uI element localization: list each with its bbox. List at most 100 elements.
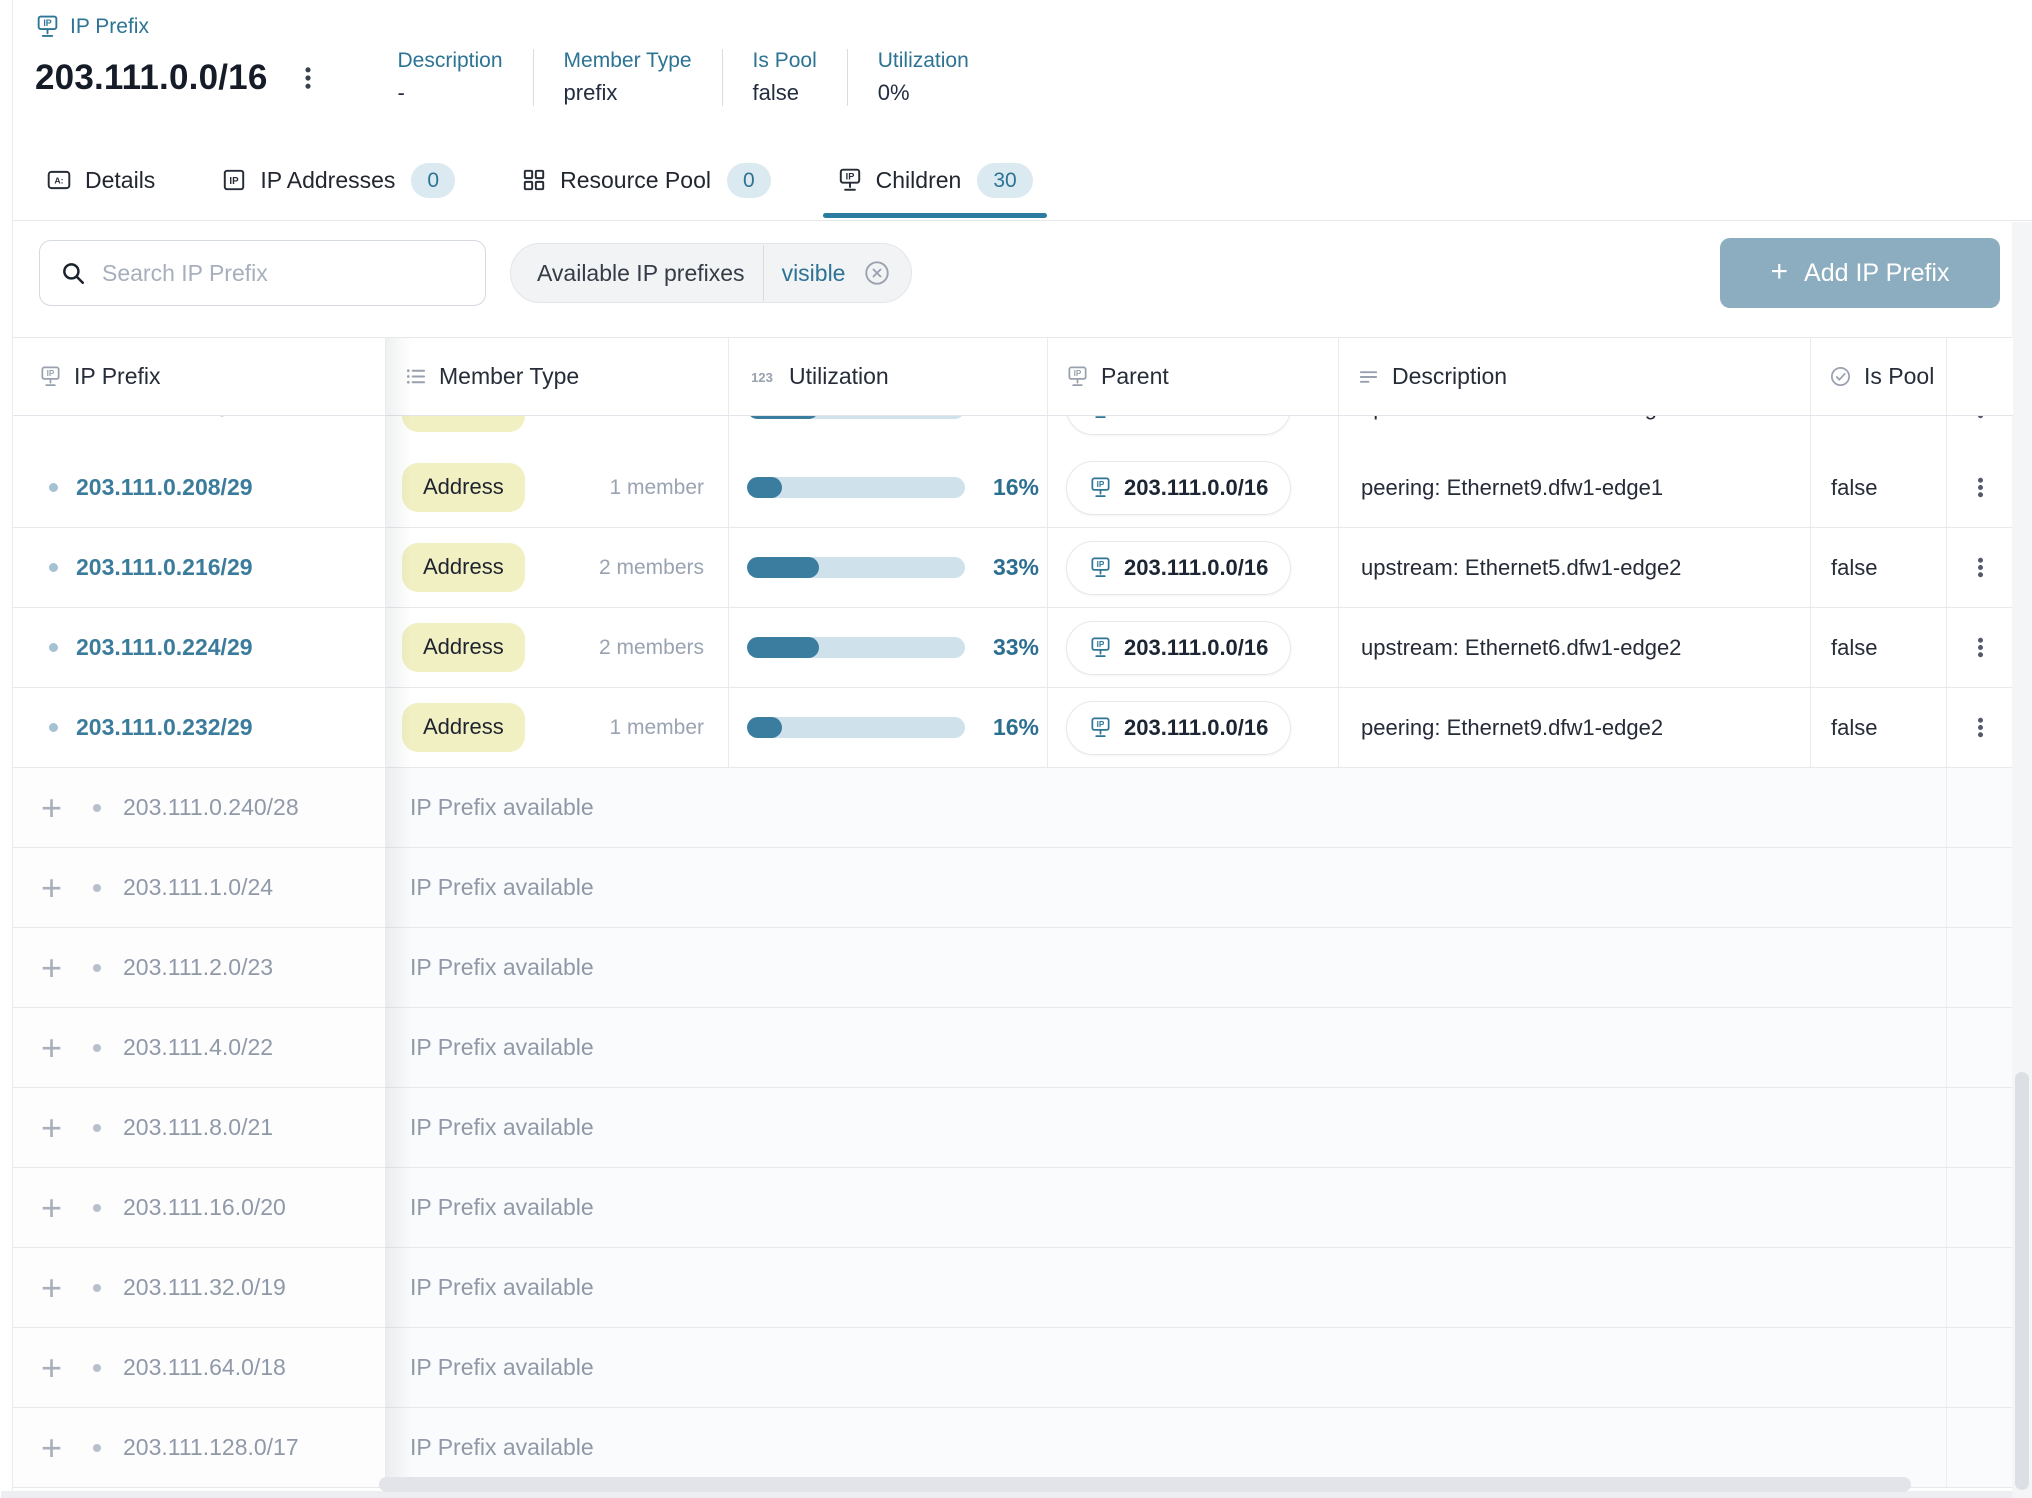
tab-count-badge: 0	[727, 163, 771, 198]
check-circle-icon	[1829, 365, 1852, 388]
column-header-actions	[1947, 338, 2013, 415]
row-actions-button[interactable]	[1962, 416, 1999, 427]
utilization-value: 33%	[977, 634, 1039, 661]
prefix-link[interactable]: 203.111.0.208/29	[76, 474, 253, 501]
available-prefix: 203.111.0.240/28	[123, 794, 299, 821]
is-pool-value: false	[1831, 555, 1877, 581]
parent-prefix: 203.111.0.0/16	[1124, 555, 1268, 581]
table-row-available: + 203.111.1.0/24 IP Prefix available	[13, 848, 2013, 928]
available-prefix: 203.111.8.0/21	[123, 1114, 273, 1141]
parent-link[interactable]: 203.111.0.0/16	[1066, 461, 1291, 515]
tab-count-badge: 30	[977, 163, 1032, 198]
plus-icon: +	[1771, 257, 1789, 287]
tab-count-badge: 0	[411, 163, 455, 198]
expand-icon[interactable]: +	[41, 790, 75, 826]
tab-bar: A: Details IP IP Addresses 0 Reso	[46, 142, 1033, 218]
available-actions-cell	[1947, 1408, 2013, 1487]
column-header-member-type[interactable]: Member Type	[386, 338, 729, 415]
svg-text:123: 123	[751, 370, 773, 385]
prefix-bullet	[49, 643, 58, 652]
prefix-bullet	[93, 884, 101, 892]
meta-is-pool: Is Pool false	[722, 49, 847, 106]
parent-link[interactable]: 203.111.0.0/16	[1066, 701, 1291, 755]
expand-icon[interactable]: +	[41, 1030, 75, 1066]
page-title: 203.111.0.0/16	[35, 58, 268, 98]
toolbar: Available IP prefixes visible + Add IP P…	[39, 238, 2000, 308]
expand-icon[interactable]: +	[41, 870, 75, 906]
expand-icon[interactable]: +	[41, 1430, 75, 1466]
horizontal-scrollbar-thumb[interactable]	[379, 1477, 1911, 1492]
members-count: 1 member	[609, 476, 704, 500]
vertical-scrollbar[interactable]	[2012, 222, 2032, 1498]
grid-icon	[521, 167, 547, 193]
member-type-badge: Address	[402, 543, 525, 591]
title-menu-button[interactable]	[290, 60, 326, 96]
utilization-bar	[747, 717, 965, 738]
prefix-link[interactable]: 203.111.0.216/29	[76, 554, 253, 581]
table-row-available: + 203.111.32.0/19 IP Prefix available	[13, 1248, 2013, 1328]
row-actions-button[interactable]	[1962, 629, 1999, 666]
utilization-fill	[747, 416, 819, 419]
table-row-available: + 203.111.128.0/17 IP Prefix available	[13, 1408, 2013, 1488]
parent-link[interactable]: 203.111.0.0/16	[1066, 541, 1291, 595]
column-header-description[interactable]: Description	[1339, 338, 1811, 415]
column-header-ip-prefix[interactable]: IP Prefix	[13, 338, 386, 415]
column-header-parent[interactable]: Parent	[1048, 338, 1339, 415]
available-actions-cell	[1947, 768, 2013, 847]
prefix-link[interactable]: 203.111.0.232/29	[76, 714, 253, 741]
tab-details[interactable]: A: Details	[46, 142, 155, 218]
prefix-bullet	[93, 1204, 101, 1212]
expand-icon[interactable]: +	[41, 1350, 75, 1386]
expand-icon[interactable]: +	[41, 1190, 75, 1226]
table-row-available: + 203.111.2.0/23 IP Prefix available	[13, 928, 2013, 1008]
expand-icon[interactable]: +	[41, 1270, 75, 1306]
parent-link[interactable]: 203.111.0.0/16	[1066, 621, 1291, 675]
children-table: IP Prefix Member Type 123 Utilization Pa…	[13, 337, 2013, 1488]
tab-label: Details	[85, 167, 155, 194]
search-input[interactable]	[100, 259, 465, 288]
tab-ip-addresses[interactable]: IP IP Addresses 0	[221, 142, 455, 218]
row-actions-button[interactable]	[1962, 469, 1999, 506]
remove-filter-icon[interactable]	[863, 259, 891, 287]
column-header-utilization[interactable]: 123 Utilization	[729, 338, 1048, 415]
breadcrumb-label: IP Prefix	[70, 15, 149, 39]
row-actions-button[interactable]	[1962, 549, 1999, 586]
utilization-fill	[747, 717, 782, 738]
column-header-is-pool[interactable]: Is Pool	[1811, 338, 1947, 415]
available-prefix: 203.111.32.0/19	[123, 1274, 286, 1301]
available-prefix: 203.111.16.0/20	[123, 1194, 286, 1221]
id-card-icon: A:	[46, 167, 72, 193]
utilization-value: 33%	[977, 554, 1039, 581]
expand-icon[interactable]: +	[41, 950, 75, 986]
utilization-fill	[747, 477, 782, 498]
members-count: 2 members	[599, 416, 704, 420]
utilization-bar	[747, 637, 965, 658]
chip-divider	[763, 245, 764, 301]
table-row-available: + 203.111.16.0/20 IP Prefix available	[13, 1168, 2013, 1248]
tab-children[interactable]: Children 30	[837, 142, 1033, 218]
prefix-bullet	[93, 964, 101, 972]
meta-member-type: Member Type prefix	[533, 49, 722, 106]
add-ip-prefix-button[interactable]: + Add IP Prefix	[1720, 238, 2000, 308]
tab-resource-pool[interactable]: Resource Pool 0	[521, 142, 771, 218]
prefix-link[interactable]: 203.111.0.200/29	[76, 416, 253, 422]
prefix-bullet	[93, 1284, 101, 1292]
prefix-link[interactable]: 203.111.0.224/29	[76, 634, 253, 661]
tab-label: IP Addresses	[260, 167, 395, 194]
vertical-scrollbar-thumb[interactable]	[2015, 1072, 2029, 1490]
row-actions-button[interactable]	[1962, 709, 1999, 746]
available-note: IP Prefix available	[410, 874, 594, 901]
member-type-badge: Address	[402, 463, 525, 511]
search-icon	[60, 260, 86, 286]
filter-chip[interactable]: Available IP prefixes visible	[510, 243, 912, 303]
network-icon	[39, 365, 62, 388]
breadcrumb[interactable]: IP Prefix	[35, 14, 1992, 39]
member-type-badge: Address	[402, 703, 525, 751]
available-actions-cell	[1947, 1248, 2013, 1327]
parent-link[interactable]: 203.111.0.0/16	[1066, 416, 1291, 435]
search-box[interactable]	[39, 240, 486, 306]
expand-icon[interactable]: +	[41, 1110, 75, 1146]
table-row: 203.111.0.224/29 Address 2 members 33% 2…	[13, 608, 2013, 688]
description-text: upstream: Ethernet5.dfw1-edge2	[1361, 555, 1681, 581]
parent-prefix: 203.111.0.0/16	[1124, 715, 1268, 741]
